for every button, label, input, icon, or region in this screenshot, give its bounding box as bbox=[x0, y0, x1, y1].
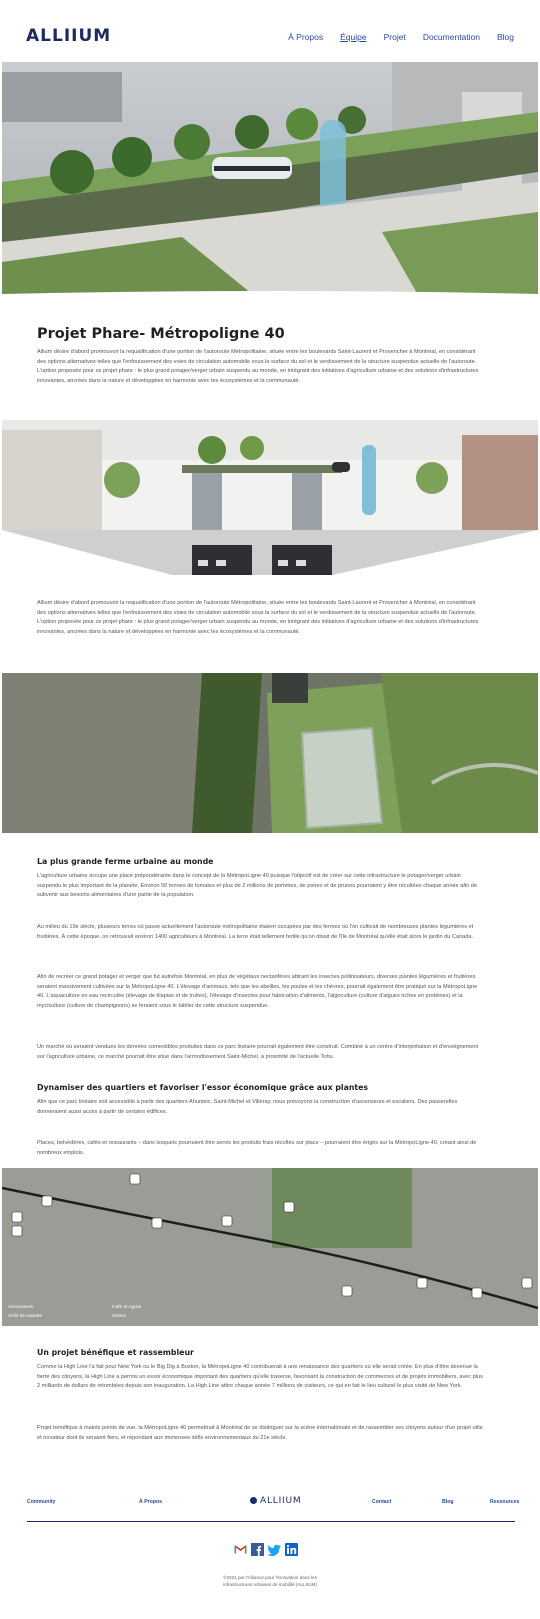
site-logo[interactable]: ALLIIUM bbox=[26, 26, 111, 46]
nav-blog[interactable]: Blog bbox=[497, 32, 514, 42]
map-legend-navette: Arrêt de navette bbox=[8, 1314, 43, 1319]
hero-rendering-image bbox=[2, 62, 538, 302]
footer-link-ressources[interactable]: Ressources bbox=[490, 1499, 519, 1505]
footer-link-blog[interactable]: Blog bbox=[442, 1499, 454, 1505]
copyright-text: ©2021 par l'Alliance pour l'innovation d… bbox=[223, 1575, 317, 1587]
social-links bbox=[234, 1543, 298, 1556]
aerial-view-image bbox=[2, 673, 538, 833]
section-title-ferme: La plus grande ferme urbaine au monde bbox=[37, 857, 214, 866]
nav-equipe[interactable]: Équipe bbox=[340, 32, 366, 42]
site-header: ALLIIUM À Propos Équipe Projet Documenta… bbox=[0, 0, 540, 62]
map-legend-cafe: Café et Agora bbox=[112, 1305, 142, 1310]
intro-paragraph: Allium désire d'abord promouvoir la requ… bbox=[37, 349, 479, 384]
ferme-paragraph-1: L'agriculture urbaine occupe une place p… bbox=[37, 873, 478, 899]
intro-paragraph-repeat: Allium désire d'abord promouvoir la requ… bbox=[37, 600, 479, 635]
footer-link-contact[interactable]: Contact bbox=[372, 1499, 391, 1505]
route-map-image: Ascenseurs Arrêt de navette Café et Agor… bbox=[2, 1168, 538, 1326]
gmail-icon[interactable] bbox=[234, 1543, 247, 1556]
nav-documentation[interactable]: Documentation bbox=[423, 32, 480, 42]
footer-divider bbox=[27, 1521, 515, 1522]
nav-projet[interactable]: Projet bbox=[384, 32, 406, 42]
nav-a-propos[interactable]: À Propos bbox=[288, 32, 323, 42]
footer-logo[interactable]: ALLIIUM bbox=[250, 1496, 301, 1506]
ferme-paragraph-3: Afin de recréer ce grand potager et verg… bbox=[37, 974, 478, 1009]
rassembleur-paragraph-2: Projet bénéfique à maints points de vue,… bbox=[37, 1425, 483, 1441]
rassembleur-paragraph-1: Comme la High Line l'a fait pour New Yor… bbox=[37, 1364, 483, 1390]
map-legend-ascenseurs: Ascenseurs bbox=[8, 1305, 34, 1310]
twitter-icon[interactable] bbox=[267, 1543, 281, 1556]
dynamiser-paragraph-2: Places, belvédères, cafés et restaurants… bbox=[37, 1140, 477, 1156]
section-title-dynamiser: Dynamiser des quartiers et favoriser l'e… bbox=[37, 1083, 369, 1092]
page-title: Projet Phare- Métropoligne 40 bbox=[37, 326, 285, 342]
main-nav: À Propos Équipe Projet Documentation Blo… bbox=[288, 32, 514, 42]
cross-section-diagram-image bbox=[2, 420, 538, 580]
facebook-icon[interactable] bbox=[251, 1543, 264, 1556]
ferme-paragraph-2: Au milieu du 19e siècle, plusieurs terre… bbox=[37, 924, 474, 940]
footer-link-a-propos[interactable]: À Propos bbox=[139, 1499, 162, 1505]
footer-logo-mark-icon bbox=[250, 1497, 257, 1504]
section-title-rassembleur: Un projet bénéfique et rassembleur bbox=[37, 1348, 194, 1357]
map-legend-serres: Serres bbox=[112, 1314, 127, 1319]
linkedin-icon[interactable] bbox=[285, 1543, 298, 1556]
ferme-paragraph-4: Un marché où seraient vendues les denrée… bbox=[37, 1044, 479, 1060]
dynamiser-paragraph-1: Afin que ce parc linéaire soit accessibl… bbox=[37, 1099, 458, 1115]
footer-link-community[interactable]: Community bbox=[27, 1499, 56, 1505]
